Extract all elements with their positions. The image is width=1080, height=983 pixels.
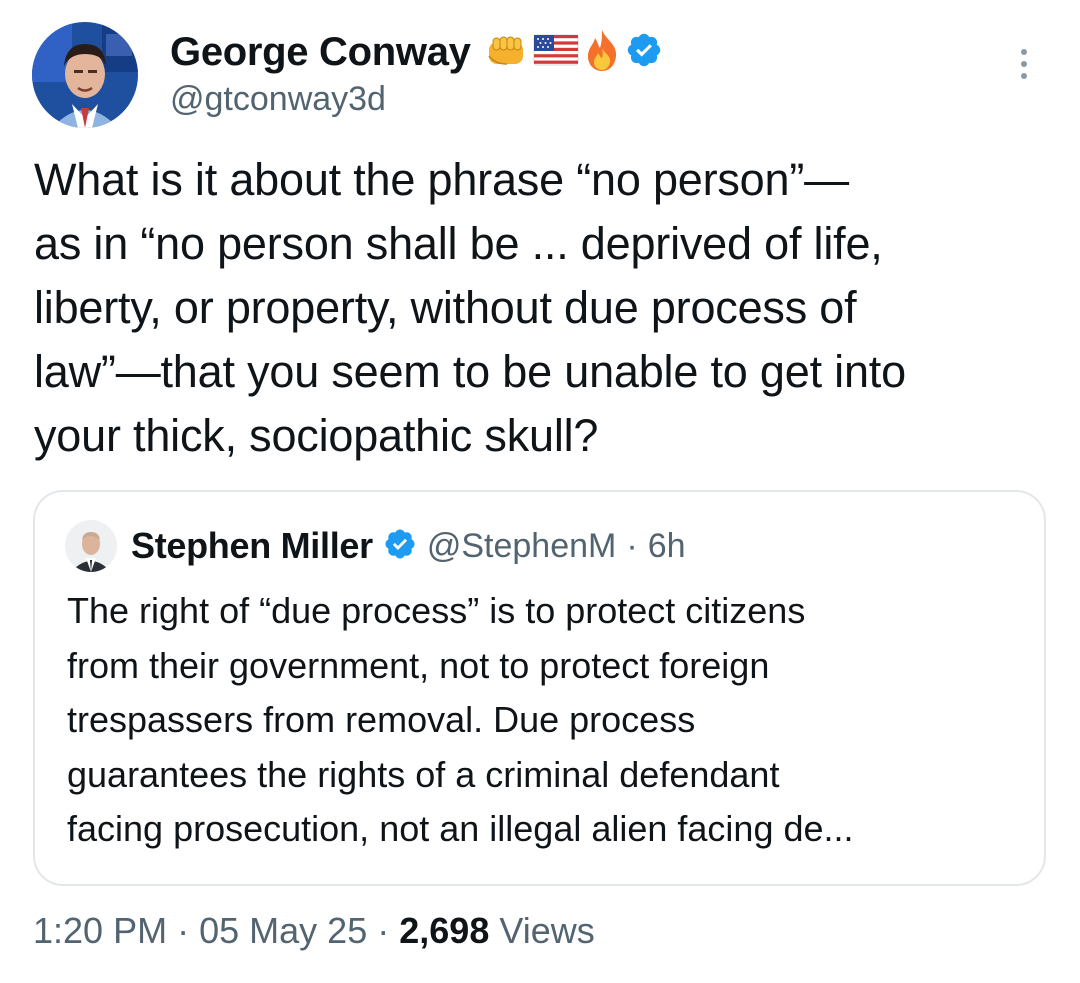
views-label: Views bbox=[499, 910, 595, 951]
tweet-time[interactable]: 1:20 PM bbox=[33, 910, 167, 951]
author-emoji-row bbox=[485, 28, 663, 77]
quoted-tweet-card[interactable]: Stephen Miller @StephenM · 6h The right … bbox=[33, 490, 1046, 886]
quoted-separator: · bbox=[626, 526, 638, 565]
fist-emoji-icon bbox=[485, 30, 529, 75]
more-options-icon[interactable] bbox=[1012, 46, 1036, 86]
quoted-tweet-header: Stephen Miller @StephenM · 6h bbox=[65, 520, 686, 572]
quoted-author-handle[interactable]: @StephenM bbox=[427, 527, 617, 566]
quoted-author-name[interactable]: Stephen Miller bbox=[131, 525, 373, 567]
author-name-row: George Conway bbox=[170, 28, 663, 77]
quoted-tweet-text: The right of “due process” is to protect… bbox=[67, 590, 854, 849]
quoted-timestamp[interactable]: 6h bbox=[648, 527, 686, 566]
author-display-name[interactable]: George Conway bbox=[170, 30, 471, 75]
us-flag-emoji-icon bbox=[533, 31, 579, 74]
author-avatar[interactable] bbox=[32, 22, 138, 128]
quoted-verified-badge-icon bbox=[383, 527, 417, 566]
tweet-text: What is it about the phrase “no person”—… bbox=[34, 154, 906, 461]
author-handle[interactable]: @gtconway3d bbox=[170, 80, 386, 119]
fire-emoji-icon bbox=[583, 28, 621, 77]
tweet-meta: 1:20 PM · 05 May 25 · 2,698 Views bbox=[33, 910, 595, 952]
meta-separator: · bbox=[377, 910, 390, 951]
quoted-author-avatar[interactable] bbox=[65, 520, 117, 572]
views-count: 2,698 bbox=[399, 910, 490, 951]
tweet-date[interactable]: 05 May 25 bbox=[199, 910, 367, 951]
tweet: George Conway @gtconway3d What is it abo… bbox=[0, 0, 1080, 983]
verified-badge-icon bbox=[625, 31, 663, 74]
meta-separator: · bbox=[177, 910, 190, 951]
